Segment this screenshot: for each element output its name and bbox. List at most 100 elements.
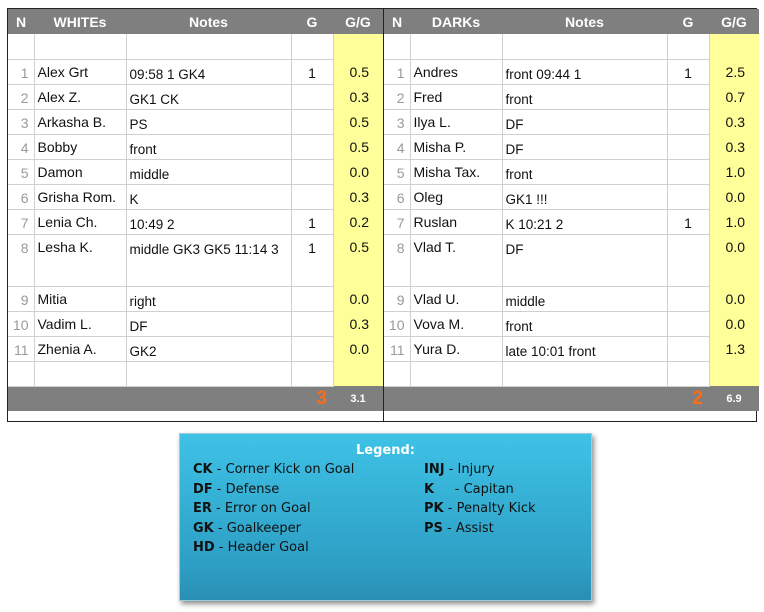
legend-item: HD - Header Goal — [193, 540, 354, 560]
footer-cell — [410, 386, 502, 411]
player-name: Lenia Ch. — [34, 209, 127, 235]
table-row: 4 Misha P. DF 0.3 — [384, 134, 759, 160]
empty-cell — [667, 34, 710, 60]
player-goals: 1 — [667, 59, 710, 85]
legend-code: DF — [193, 481, 213, 497]
table-row: 11 Yura D. late 10:01 front 1.3 — [384, 336, 759, 362]
player-goals — [667, 109, 710, 135]
column-header: Notes — [126, 9, 291, 34]
goals-per-game: 2.5 — [709, 59, 759, 84]
row-number: 4 — [8, 134, 35, 160]
column-header: G — [291, 9, 333, 34]
player-notes: right — [126, 286, 292, 312]
player-goals — [667, 234, 710, 287]
goals-per-game: 0.0 — [333, 159, 383, 184]
player-notes: front — [502, 84, 668, 110]
legend-item: DF - Defense — [193, 482, 354, 502]
player-name: Vova M. — [410, 311, 503, 337]
empty-cell — [34, 34, 127, 60]
player-name: Lesha K. — [34, 234, 127, 287]
empty-cell — [8, 34, 35, 60]
empty-cell — [384, 361, 411, 387]
roster-sheet: N WHITEs Notes G G/G 1 Alex Grt 09:58 1 GK4 1 0.5… — [7, 8, 759, 422]
player-notes: K — [126, 184, 292, 210]
row-number: 10 — [8, 311, 35, 337]
table-row: 6 Oleg GK1 !!! 0.0 — [384, 184, 759, 210]
row-number: 11 — [8, 336, 35, 362]
row-number: 3 — [8, 109, 35, 135]
empty-cell — [333, 361, 383, 386]
column-header: Notes — [502, 9, 667, 34]
row-number: 8 — [384, 234, 411, 287]
player-notes: late 10:01 front — [502, 336, 668, 362]
table-row: 3 Ilya L. DF 0.3 — [384, 109, 759, 135]
player-name: Grisha Rom. — [34, 184, 127, 210]
player-name: Fred — [410, 84, 503, 110]
row-number: 3 — [384, 109, 411, 135]
player-notes: PS — [126, 109, 292, 135]
player-goals — [291, 336, 334, 362]
legend-description: - Goalkeeper — [213, 520, 301, 536]
legend-code: GK — [193, 520, 214, 536]
darks-table: N DARKs Notes G G/G 1 Andres front 09:44 1 1 2.5 2… — [383, 9, 759, 421]
empty-cell — [667, 361, 710, 387]
player-notes: DF — [502, 109, 668, 135]
row-number: 9 — [384, 286, 411, 312]
player-goals: 1 — [291, 234, 334, 287]
total-goals: 2 — [667, 386, 709, 411]
empty-row — [384, 361, 759, 387]
player-name: Arkasha B. — [34, 109, 127, 135]
player-name: Zhenia A. — [34, 336, 127, 362]
column-header: G/G — [333, 9, 383, 34]
player-goals — [291, 84, 334, 110]
legend-description: - Corner Kick on Goal — [212, 462, 355, 477]
player-name: Yura D. — [410, 336, 503, 362]
column-header: N — [8, 9, 34, 34]
row-number: 2 — [8, 84, 35, 110]
player-goals — [291, 109, 334, 135]
player-notes: front 09:44 1 — [502, 59, 668, 85]
table-row: 11 Zhenia A. GK2 0.0 — [8, 336, 383, 362]
darks-grid: N DARKs Notes G G/G 1 Andres front 09:44 1 1 2.5 2… — [384, 9, 759, 411]
player-notes: middle — [502, 286, 668, 312]
footer-cell — [502, 386, 667, 411]
goals-per-game: 1.0 — [709, 209, 759, 234]
goals-per-game: 0.0 — [709, 184, 759, 209]
player-notes: GK2 — [126, 336, 292, 362]
empty-cell — [333, 34, 383, 59]
header-row: N DARKs Notes G G/G — [384, 9, 759, 34]
empty-row — [8, 361, 383, 387]
empty-cell — [126, 361, 292, 387]
goals-per-game: 0.3 — [709, 109, 759, 134]
row-number: 1 — [8, 59, 35, 85]
goals-per-game: 0.0 — [709, 234, 759, 286]
table-row: 5 Damon middle 0.0 — [8, 159, 383, 185]
player-goals — [291, 311, 334, 337]
goals-per-game: 0.2 — [333, 209, 383, 234]
row-number: 9 — [8, 286, 35, 312]
table-row: 9 Mitia right 0.0 — [8, 286, 383, 312]
legend-item: INJ - Injury — [424, 462, 536, 482]
player-name: Ilya L. — [410, 109, 503, 135]
player-notes: middle — [126, 159, 292, 185]
empty-cell — [410, 34, 503, 60]
player-notes: GK1 CK — [126, 84, 292, 110]
table-row: 9 Vlad U. middle 0.0 — [384, 286, 759, 312]
legend-description: - Injury — [444, 462, 495, 477]
whites-table: N WHITEs Notes G G/G 1 Alex Grt 09:58 1 GK4 1 0.5… — [8, 9, 383, 421]
footer-cell — [8, 386, 34, 411]
table-row: 7 Lenia Ch. 10:49 2 1 0.2 — [8, 209, 383, 235]
legend-item: ER - Error on Goal — [193, 501, 354, 521]
empty-cell — [8, 361, 35, 387]
legend-item: K - Capitan — [424, 482, 536, 502]
column-header: DARKs — [410, 9, 502, 34]
legend-code: K — [424, 481, 435, 497]
table-row: 2 Alex Z. GK1 CK 0.3 — [8, 84, 383, 110]
table-row: 3 Arkasha B. PS 0.5 — [8, 109, 383, 135]
player-goals — [667, 311, 710, 337]
legend-title: Legend: — [356, 443, 415, 458]
row-number: 6 — [8, 184, 35, 210]
whites-grid: N WHITEs Notes G G/G 1 Alex Grt 09:58 1 GK4 1 0.5… — [8, 9, 383, 411]
player-name: Vlad U. — [410, 286, 503, 312]
player-name: Damon — [34, 159, 127, 185]
